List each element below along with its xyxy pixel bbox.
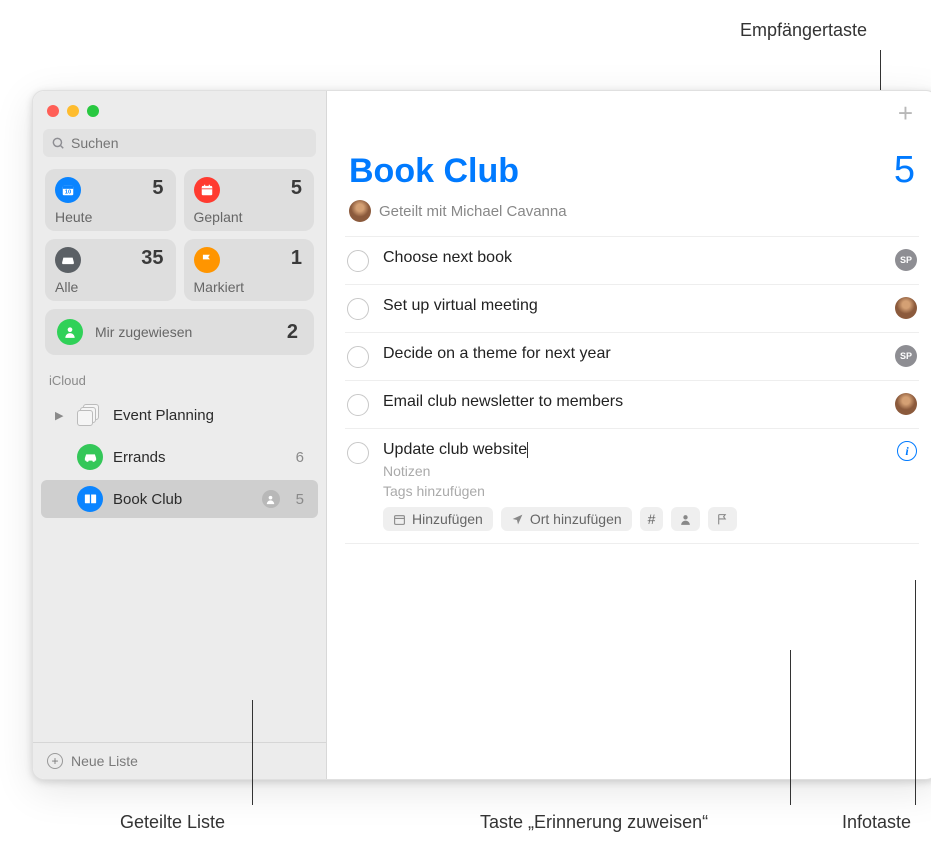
list-group-event-planning[interactable]: ▶ Event Planning — [41, 396, 318, 434]
callout-line — [252, 700, 253, 805]
car-icon — [77, 444, 103, 470]
complete-checkbox[interactable] — [347, 442, 369, 464]
smart-label: Mir zugewiesen — [95, 324, 192, 340]
list-count: 5 — [296, 491, 304, 508]
list-name: Book Club — [113, 491, 182, 508]
zoom-window-button[interactable] — [87, 105, 99, 117]
app-window: 10 5 Heute 5 Geplant 35 — [32, 90, 931, 780]
smart-count: 1 — [291, 247, 302, 270]
main-content: + Book Club 5 Geteilt mit Michael Cavann… — [327, 91, 931, 779]
reminder-title: Set up virtual meeting — [383, 297, 881, 315]
shared-with-row[interactable]: Geteilt mit Michael Cavanna — [345, 198, 919, 236]
add-date-chip[interactable]: Hinzufügen — [383, 507, 493, 531]
flag-icon — [194, 247, 220, 273]
smart-list-scheduled[interactable]: 5 Geplant — [184, 169, 315, 231]
sharer-avatar-icon — [349, 200, 371, 222]
reminder-row-editing[interactable]: Update club website Notizen Tags hinzufü… — [345, 429, 919, 544]
callout-line — [790, 650, 791, 805]
list-name: Errands — [113, 449, 166, 466]
assignee-button[interactable] — [895, 297, 917, 319]
reminder-title: Decide on a theme for next year — [383, 345, 881, 363]
smart-count: 35 — [141, 247, 163, 270]
hash-icon: # — [648, 511, 656, 527]
complete-checkbox[interactable] — [347, 250, 369, 272]
reminder-row[interactable]: Decide on a theme for next year SP — [345, 333, 919, 381]
notes-placeholder[interactable]: Notizen — [383, 463, 883, 479]
flag-reminder-chip[interactable] — [708, 507, 737, 531]
plus-circle-icon: + — [47, 753, 63, 769]
add-list-button[interactable]: + Neue Liste — [33, 742, 326, 779]
chevron-right-icon: ▶ — [55, 409, 67, 422]
calendar-small-icon — [393, 513, 406, 526]
shared-indicator-icon — [262, 490, 280, 508]
sidebar: 10 5 Heute 5 Geplant 35 — [33, 91, 327, 779]
minimize-window-button[interactable] — [67, 105, 79, 117]
list-name: Event Planning — [113, 407, 214, 424]
list-book-club[interactable]: Book Club 5 — [41, 480, 318, 518]
add-list-label: Neue Liste — [71, 753, 138, 769]
close-window-button[interactable] — [47, 105, 59, 117]
smart-label: Geplant — [194, 209, 305, 225]
list-count: 6 — [296, 449, 304, 466]
list-errands[interactable]: Errands 6 — [41, 438, 318, 476]
person-icon — [57, 319, 83, 345]
smart-list-flagged[interactable]: 1 Markiert — [184, 239, 315, 301]
smart-label: Alle — [55, 279, 166, 295]
window-controls — [33, 91, 326, 125]
reminder-row[interactable]: Choose next book SP — [345, 236, 919, 285]
list-title: Book Club — [349, 152, 519, 191]
person-small-icon — [679, 513, 692, 526]
complete-checkbox[interactable] — [347, 394, 369, 416]
complete-checkbox[interactable] — [347, 346, 369, 368]
location-arrow-icon — [511, 513, 524, 526]
calendar-today-icon: 10 — [55, 177, 81, 203]
smart-list-assigned[interactable]: Mir zugewiesen 2 — [45, 309, 314, 355]
reminder-title-input[interactable]: Update club website — [383, 441, 883, 459]
tags-placeholder[interactable]: Tags hinzufügen — [383, 483, 883, 499]
book-icon — [77, 486, 103, 512]
info-button[interactable]: i — [897, 441, 917, 461]
smart-list-today[interactable]: 10 5 Heute — [45, 169, 176, 231]
folder-stack-icon — [77, 402, 103, 428]
add-tag-chip[interactable]: # — [640, 507, 664, 531]
search-input[interactable] — [43, 129, 316, 157]
list-total-count: 5 — [894, 149, 915, 192]
shared-text: Geteilt mit Michael Cavanna — [379, 203, 567, 220]
callout-recipient: Empfängertaste — [740, 20, 867, 41]
smart-list-all[interactable]: 35 Alle — [45, 239, 176, 301]
assignee-button[interactable]: SP — [895, 345, 917, 367]
reminder-row[interactable]: Email club newsletter to members — [345, 381, 919, 429]
assign-reminder-chip[interactable] — [671, 507, 700, 531]
reminder-title: Choose next book — [383, 249, 881, 267]
add-reminder-button[interactable]: + — [892, 98, 919, 129]
assignee-button[interactable] — [895, 393, 917, 415]
account-header: iCloud — [33, 355, 326, 394]
smart-label: Markiert — [194, 279, 305, 295]
callout-shared-list: Geteilte Liste — [120, 812, 225, 833]
reminder-title: Email club newsletter to members — [383, 393, 881, 411]
reminder-row[interactable]: Set up virtual meeting — [345, 285, 919, 333]
smart-count: 2 — [287, 321, 298, 344]
complete-checkbox[interactable] — [347, 298, 369, 320]
assignee-button[interactable]: SP — [895, 249, 917, 271]
flag-small-icon — [716, 513, 729, 526]
smart-count: 5 — [291, 177, 302, 200]
add-location-chip[interactable]: Ort hinzufügen — [501, 507, 632, 531]
tray-icon — [55, 247, 81, 273]
callout-line — [915, 580, 916, 805]
smart-label: Heute — [55, 209, 166, 225]
svg-text:10: 10 — [65, 190, 71, 196]
callout-info: Infotaste — [842, 812, 911, 833]
calendar-icon — [194, 177, 220, 203]
smart-count: 5 — [152, 177, 163, 200]
callout-assign: Taste „Erinnerung zuweisen“ — [480, 812, 708, 833]
